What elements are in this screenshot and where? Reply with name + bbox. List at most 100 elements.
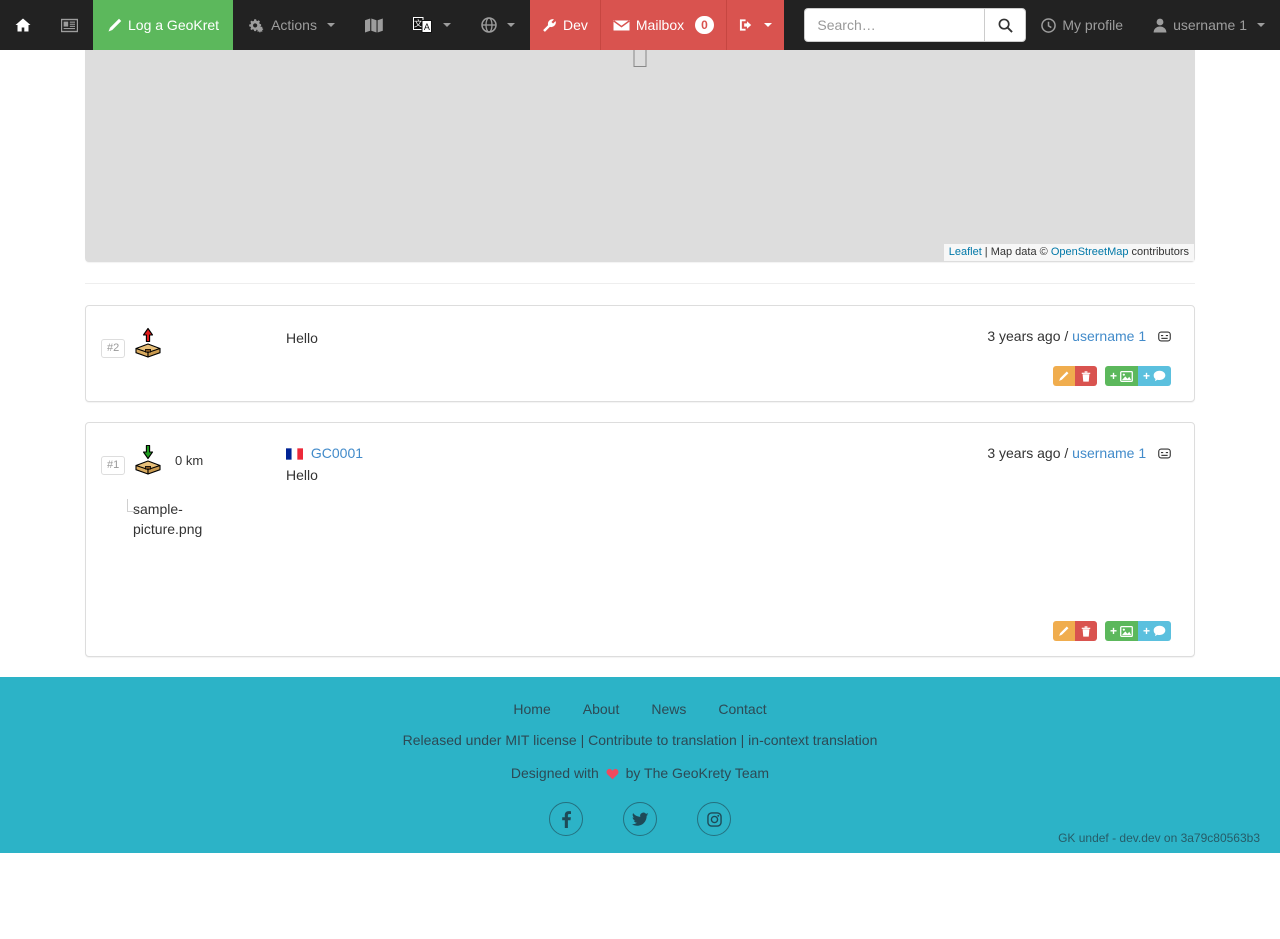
page-content: Leaflet | Map data © OpenStreetMap contr…: [0, 34, 1280, 657]
nav-my-profile-label: My profile: [1062, 17, 1124, 33]
nav-dev-label: Dev: [562, 17, 588, 33]
picture-icon: [1120, 625, 1133, 637]
footer-link-about[interactable]: About: [583, 701, 620, 717]
navbar-right-group: My profile username 1: [794, 0, 1280, 50]
log-type-col-1: 0 km: [131, 438, 251, 477]
delete-log-button[interactable]: [1074, 621, 1097, 641]
sign-in-icon: [739, 18, 754, 32]
wrench-icon: [542, 18, 557, 33]
plus-icon: +: [1109, 369, 1117, 383]
nav-actions[interactable]: Actions: [233, 0, 350, 50]
log-date: 3 years ago: [987, 328, 1061, 344]
leaflet-map[interactable]: Leaflet | Map data © OpenStreetMap contr…: [86, 35, 1194, 261]
log-waypoint-link[interactable]: GC0001: [311, 445, 363, 461]
nav-login[interactable]: [725, 0, 784, 50]
home-icon: [15, 17, 31, 33]
nav-map[interactable]: [350, 0, 398, 50]
license-text: Released under MIT license |: [402, 732, 589, 748]
footer-link-news[interactable]: News: [651, 701, 686, 717]
log-entry-panel-2: #2 Hello 3 years ago / username 1 + +: [85, 305, 1195, 402]
log-entry-body-2: #2 Hello 3 years ago / username 1 + +: [86, 306, 1194, 401]
chevron-down-icon: [506, 23, 515, 27]
map-attrib-sep: | Map data ©: [981, 245, 1051, 258]
delete-log-button[interactable]: [1074, 366, 1097, 386]
footer-designed-line: Designed with by The GeoKrety Team: [0, 763, 1280, 783]
log-actions-1: + +: [101, 615, 1179, 641]
map-attrib-tail: contributors: [1128, 245, 1189, 258]
incontext-translation-link[interactable]: in-context translation: [748, 732, 877, 748]
edit-log-button[interactable]: [1052, 621, 1075, 641]
log-row-1: #1 0 km GC0001 Hello 3 years ago / usern…: [101, 438, 1179, 485]
nav-mailbox[interactable]: Mailbox 0: [599, 0, 726, 50]
plus-icon: +: [1142, 624, 1150, 638]
pencil-icon: [107, 18, 122, 33]
footer-link-home[interactable]: Home: [513, 701, 550, 717]
map-panel: Leaflet | Map data © OpenStreetMap contr…: [85, 34, 1195, 262]
nav-news[interactable]: [46, 0, 93, 50]
log-main-col-2: Hello: [251, 321, 899, 348]
nav-username-menu[interactable]: username 1: [1138, 0, 1280, 50]
box-up-arrow-icon: [131, 326, 165, 360]
log-author-link[interactable]: username 1: [1072, 328, 1146, 344]
comment-icon: [1153, 625, 1166, 637]
map-icon: [364, 18, 383, 33]
nav-region[interactable]: [466, 0, 530, 50]
footer-link-contact[interactable]: Contact: [718, 701, 766, 717]
leaflet-link[interactable]: Leaflet: [949, 246, 982, 258]
log-meta-separator: /: [1064, 328, 1069, 344]
log-number-badge: #1: [101, 456, 126, 476]
log-edit-group-2: [1052, 366, 1097, 386]
add-picture-button[interactable]: +: [1104, 621, 1138, 641]
nav-username-label: username 1: [1173, 17, 1247, 33]
openstreetmap-link[interactable]: OpenStreetMap: [1051, 246, 1129, 258]
log-pictures-area-1: sample-picture.png: [101, 485, 1179, 615]
search-form: [794, 8, 1027, 42]
pencil-icon: [1058, 626, 1069, 637]
footer-license-line: Released under MIT license | Contribute …: [0, 730, 1280, 750]
gears-icon: [248, 18, 265, 33]
chevron-down-icon: [442, 23, 451, 27]
add-picture-button[interactable]: +: [1104, 366, 1138, 386]
edit-log-button[interactable]: [1052, 366, 1075, 386]
add-comment-button[interactable]: +: [1137, 621, 1171, 641]
log-date: 3 years ago: [987, 445, 1061, 461]
clock-icon: [1041, 17, 1057, 33]
broken-image-placeholder[interactable]: sample-picture.png: [127, 499, 203, 539]
log-author-link[interactable]: username 1: [1072, 445, 1146, 461]
nav-my-profile[interactable]: My profile: [1026, 0, 1138, 50]
nav-dev[interactable]: Dev: [529, 0, 600, 50]
facebook-icon[interactable]: [549, 802, 583, 836]
trash-icon: [1081, 370, 1091, 382]
add-comment-button[interactable]: +: [1137, 366, 1171, 386]
designed-by-text: by The GeoKrety Team: [621, 765, 770, 781]
contribute-translation-link[interactable]: Contribute to translation: [588, 732, 737, 748]
main-navbar: Log a GeoKret Actions 文 A Dev Mailbox 0 …: [0, 0, 1280, 50]
log-meta-col-2: 3 years ago / username 1: [899, 321, 1179, 348]
nav-home[interactable]: [0, 0, 46, 50]
nav-language[interactable]: 文 A: [398, 0, 466, 50]
twitter-icon[interactable]: [623, 802, 657, 836]
france-flag-icon: [286, 448, 303, 460]
instagram-icon[interactable]: [697, 802, 731, 836]
content-container: Leaflet | Map data © OpenStreetMap contr…: [70, 34, 1210, 657]
user-icon: [1153, 18, 1167, 33]
page-footer: Home About News Contact Released under M…: [0, 677, 1280, 853]
broken-image-icon: [127, 499, 137, 512]
plus-icon: +: [1142, 369, 1150, 383]
log-number-col-1: #1: [101, 438, 131, 476]
search-button[interactable]: [984, 8, 1027, 42]
log-meta-col-1: 3 years ago / username 1: [899, 438, 1179, 465]
log-row-2: #2 Hello 3 years ago / username 1: [101, 321, 1179, 360]
comment-icon: [1153, 370, 1166, 382]
search-input[interactable]: [804, 8, 985, 42]
log-text: Hello: [286, 467, 318, 483]
nav-mailbox-label: Mailbox: [635, 17, 685, 33]
newspaper-icon: [60, 18, 79, 33]
log-add-group-1: + +: [1104, 621, 1171, 641]
log-text: Hello: [286, 330, 318, 346]
mailbox-count-badge: 0: [695, 16, 714, 34]
plus-icon: +: [1109, 624, 1117, 638]
heart-icon: [606, 768, 619, 780]
expressionless-face-icon: [1158, 445, 1171, 465]
log-geokret-button[interactable]: Log a GeoKret: [93, 0, 234, 50]
